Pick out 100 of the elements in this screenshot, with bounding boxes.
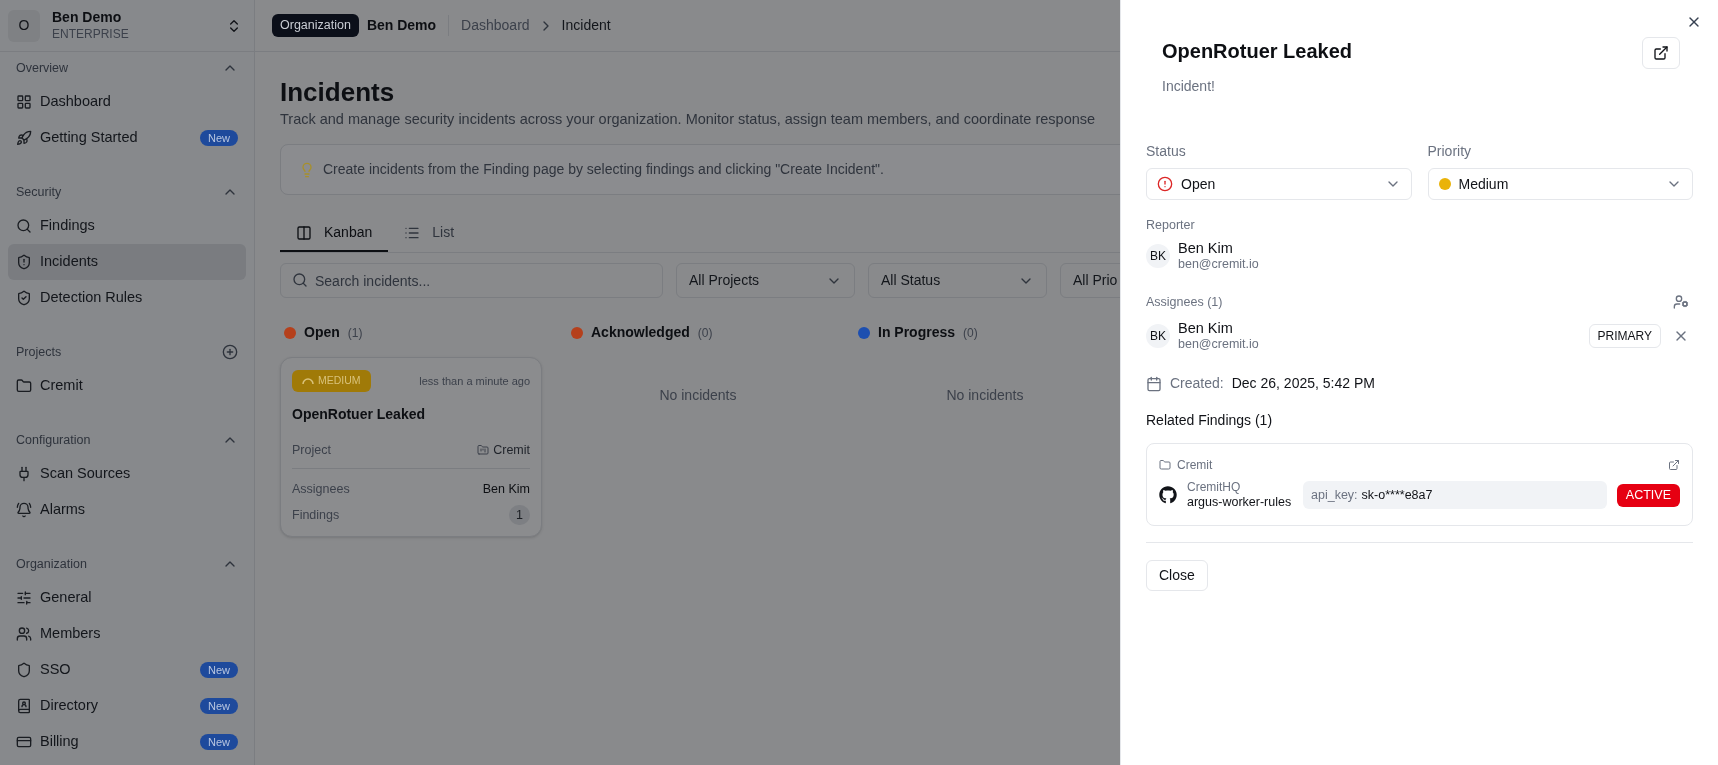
section-title: Security [16, 183, 62, 201]
priority-label: Priority [1427, 142, 1473, 161]
sidebar-item[interactable]: Findings [8, 208, 246, 244]
column-title: Acknowledged [591, 323, 690, 343]
lightbulb-icon [299, 161, 315, 178]
sidebar-item[interactable]: Getting Started New [8, 120, 246, 156]
field-value: Ben Kim [482, 480, 530, 498]
drawer-title: OpenRotuer Leaked [1162, 39, 1353, 64]
sidebar-item[interactable]: Alarms [8, 492, 246, 528]
status-label: Status [1146, 142, 1187, 161]
finding-project: Cremit [1177, 457, 1213, 474]
field-label: Findings [292, 506, 340, 524]
repo-owner: CremitHQ [1187, 480, 1242, 495]
sidebar-item[interactable]: Incidents [8, 244, 246, 280]
search-field[interactable]: Search incidents... [280, 263, 663, 299]
shield-check-icon [16, 290, 32, 306]
grid-icon [16, 94, 32, 110]
priority-select[interactable]: Medium [1427, 168, 1693, 200]
reporter-label: Reporter [1146, 217, 1196, 234]
org-avatar: O [8, 9, 40, 42]
sidebar-item[interactable]: SSO New [8, 652, 246, 688]
new-badge: New [200, 661, 238, 679]
page-title: Incidents [280, 76, 396, 109]
column-title: Open [304, 323, 340, 343]
assignee-name: Ben Kim [1178, 319, 1234, 338]
sidebar-item[interactable]: Detection Rules [8, 280, 246, 316]
active-badge: ACTIVE [1616, 483, 1680, 507]
shield-alert-icon [16, 254, 32, 270]
drawer-subtitle: Incident! [1162, 77, 1216, 96]
shield-icon [16, 662, 32, 678]
empty-message: No incidents [658, 386, 738, 406]
empty-message: No incidents [945, 386, 1025, 406]
sidebar-item[interactable]: General [8, 580, 246, 616]
assignees-label: Assignees (1) [1146, 293, 1223, 311]
status-select[interactable]: Open [1146, 168, 1412, 200]
sliders-icon [16, 590, 32, 606]
filter-dropdown[interactable]: All Projects [676, 263, 855, 299]
sidebar-item[interactable]: Dashboard [8, 84, 246, 120]
field-value: Cremit [493, 442, 530, 459]
users-icon [16, 626, 32, 642]
org-name: Ben Demo [366, 15, 450, 36]
open-external-button[interactable] [1642, 37, 1680, 69]
external-link-icon [1653, 45, 1669, 61]
external-link-icon[interactable] [1668, 459, 1680, 471]
avatar: BK [1146, 243, 1170, 268]
incident-card[interactable]: MEDIUM less than a minute ago OpenRotuer Leaked Project Cremit Assignees Ben Kim Findings 1 [280, 357, 542, 538]
breadcrumb: Incident [561, 16, 611, 35]
tip-text: Create incidents from the Finding page by selecting findings and clicking "Create Incident". [323, 160, 884, 180]
incident-time: less than a minute ago [419, 373, 530, 389]
contact-book-icon [16, 698, 32, 714]
credit-card-icon [16, 734, 32, 750]
page-description: Track and manage security incidents across your organization. Monitor status, assign team members, and coordinate response [280, 109, 1097, 129]
new-badge: New [200, 697, 238, 715]
breadcrumb[interactable]: Dashboard [461, 15, 530, 36]
column-count: (1) [347, 324, 363, 342]
rocket-icon [16, 130, 32, 146]
sidebar-item[interactable]: Directory New [8, 688, 246, 724]
org-badge: Organization [272, 14, 359, 37]
field-label: Assignees [292, 480, 350, 498]
sidebar-item[interactable]: Members [8, 616, 246, 652]
calendar-icon [1146, 375, 1162, 392]
incident-title: OpenRotuer Leaked [292, 405, 427, 424]
view-tab[interactable]: List [388, 215, 471, 253]
reporter-email: ben@cremit.io [1178, 256, 1259, 273]
signal-icon [302, 377, 314, 386]
section-title: Organization [16, 555, 87, 573]
new-badge: New [200, 733, 238, 751]
repo-name: argus-worker-rules [1187, 495, 1293, 511]
folder-icon [1159, 459, 1171, 471]
column-count: (0) [697, 324, 713, 342]
view-tab[interactable]: Kanban [280, 215, 389, 253]
close-button[interactable]: Close [1146, 559, 1208, 591]
sidebar-item[interactable]: Scan Sources [8, 456, 246, 492]
sidebar-item[interactable]: Billing New [8, 724, 246, 760]
count-badge: 1 [509, 504, 530, 526]
column-title: In Progress [878, 323, 956, 343]
new-badge: New [200, 129, 238, 147]
created-date: Dec 26, 2025, 5:42 PM [1231, 374, 1375, 393]
plug-icon [16, 466, 32, 482]
folder-icon [16, 378, 32, 394]
reporter-name: Ben Kim [1178, 238, 1234, 257]
column-count: (0) [963, 324, 978, 342]
role-badge: PRIMARY [1588, 324, 1661, 349]
related-title: Related Findings (1) [1146, 411, 1274, 430]
sidebar-item[interactable]: Cremit [8, 368, 246, 404]
org-plan: ENTERPRISE [52, 26, 130, 42]
priority-badge: MEDIUM [292, 370, 371, 392]
user-settings-icon[interactable] [1673, 293, 1689, 310]
section-title: Projects [16, 343, 62, 361]
github-icon [1159, 486, 1177, 505]
bell-icon [16, 502, 32, 518]
folder-icon [477, 444, 490, 457]
add-icon[interactable] [222, 344, 238, 360]
filter-dropdown[interactable]: All Status [868, 263, 1047, 299]
section-title: Overview [16, 59, 69, 77]
assignee-email: ben@cremit.io [1178, 337, 1259, 353]
secret-field: api_key: sk-o****e8a7 [1303, 481, 1607, 510]
alert-icon [1157, 176, 1173, 192]
created-label: Created: [1170, 374, 1224, 393]
org-name: Ben Demo [52, 9, 123, 27]
